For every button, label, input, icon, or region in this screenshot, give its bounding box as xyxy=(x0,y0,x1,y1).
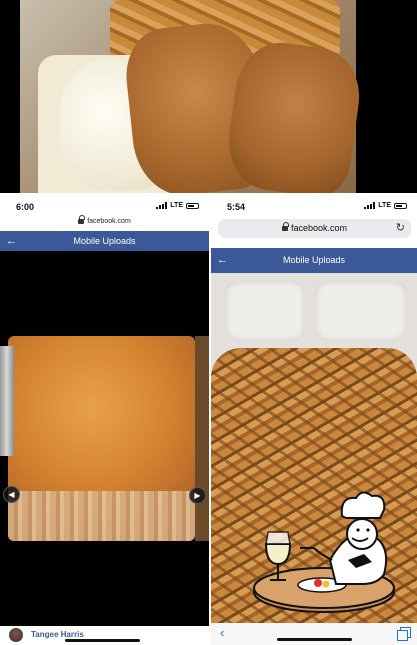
address-bar[interactable]: facebook.com ↻ xyxy=(218,219,411,238)
previous-photo-icon: ◀ xyxy=(8,490,15,499)
safari-toolbar: ‹ xyxy=(211,623,417,645)
chef-dining-icon xyxy=(253,491,395,613)
previous-photo-button[interactable]: ◀ xyxy=(3,486,20,503)
address-bar[interactable]: facebook.com xyxy=(0,214,209,225)
screenshot-collage: 6:00 LTE facebook.com ← Mobile Uploads ◀… xyxy=(0,0,417,645)
back-arrow-icon[interactable]: ← xyxy=(6,231,17,251)
network-label: LTE xyxy=(378,202,391,209)
tray-compartment xyxy=(315,281,407,341)
status-indicators: LTE xyxy=(156,202,199,209)
network-label: LTE xyxy=(170,202,183,209)
tray-compartment xyxy=(225,281,305,341)
avatar[interactable] xyxy=(9,628,23,642)
next-photo-icon: ▶ xyxy=(194,491,201,500)
home-indicator[interactable] xyxy=(65,639,140,642)
battery-icon xyxy=(394,202,407,209)
url-text: facebook.com xyxy=(87,218,131,225)
status-time: 5:54 xyxy=(227,202,246,212)
header-title: Mobile Uploads xyxy=(73,236,136,246)
header-title: Mobile Uploads xyxy=(282,255,346,265)
signal-icon xyxy=(364,202,376,209)
lock-icon xyxy=(78,214,86,224)
casserole-crust xyxy=(8,491,195,541)
status-indicators: LTE xyxy=(364,202,407,209)
status-time: 6:00 xyxy=(16,202,35,212)
reload-icon[interactable]: ↻ xyxy=(396,219,405,238)
facebook-header: ← Mobile Uploads xyxy=(0,231,209,251)
safari-back-icon[interactable]: ‹ xyxy=(220,625,224,640)
back-arrow-icon[interactable]: ← xyxy=(217,248,228,273)
next-photo-button[interactable]: ▶ xyxy=(189,487,206,504)
url-text: facebook.com xyxy=(290,223,348,233)
facebook-header: ← Mobile Uploads xyxy=(211,248,417,273)
foil-wrap xyxy=(0,346,14,456)
fish-sandwich-photo xyxy=(0,0,417,193)
photo-viewer[interactable]: ◀ ▶ xyxy=(0,251,209,626)
lock-icon xyxy=(281,222,289,232)
status-bar: 5:54 LTE xyxy=(211,195,417,217)
battery-icon xyxy=(186,202,199,209)
status-bar: 6:00 LTE xyxy=(0,195,209,217)
home-indicator[interactable] xyxy=(277,638,352,641)
wood-surface xyxy=(195,336,209,541)
signal-icon xyxy=(156,202,168,209)
tabs-icon[interactable] xyxy=(397,627,411,641)
left-phone-screenshot: 6:00 LTE facebook.com ← Mobile Uploads ◀… xyxy=(0,195,209,645)
author-name[interactable]: Tangee Harris xyxy=(31,630,84,639)
author-bar[interactable]: Tangee Harris xyxy=(0,626,209,645)
